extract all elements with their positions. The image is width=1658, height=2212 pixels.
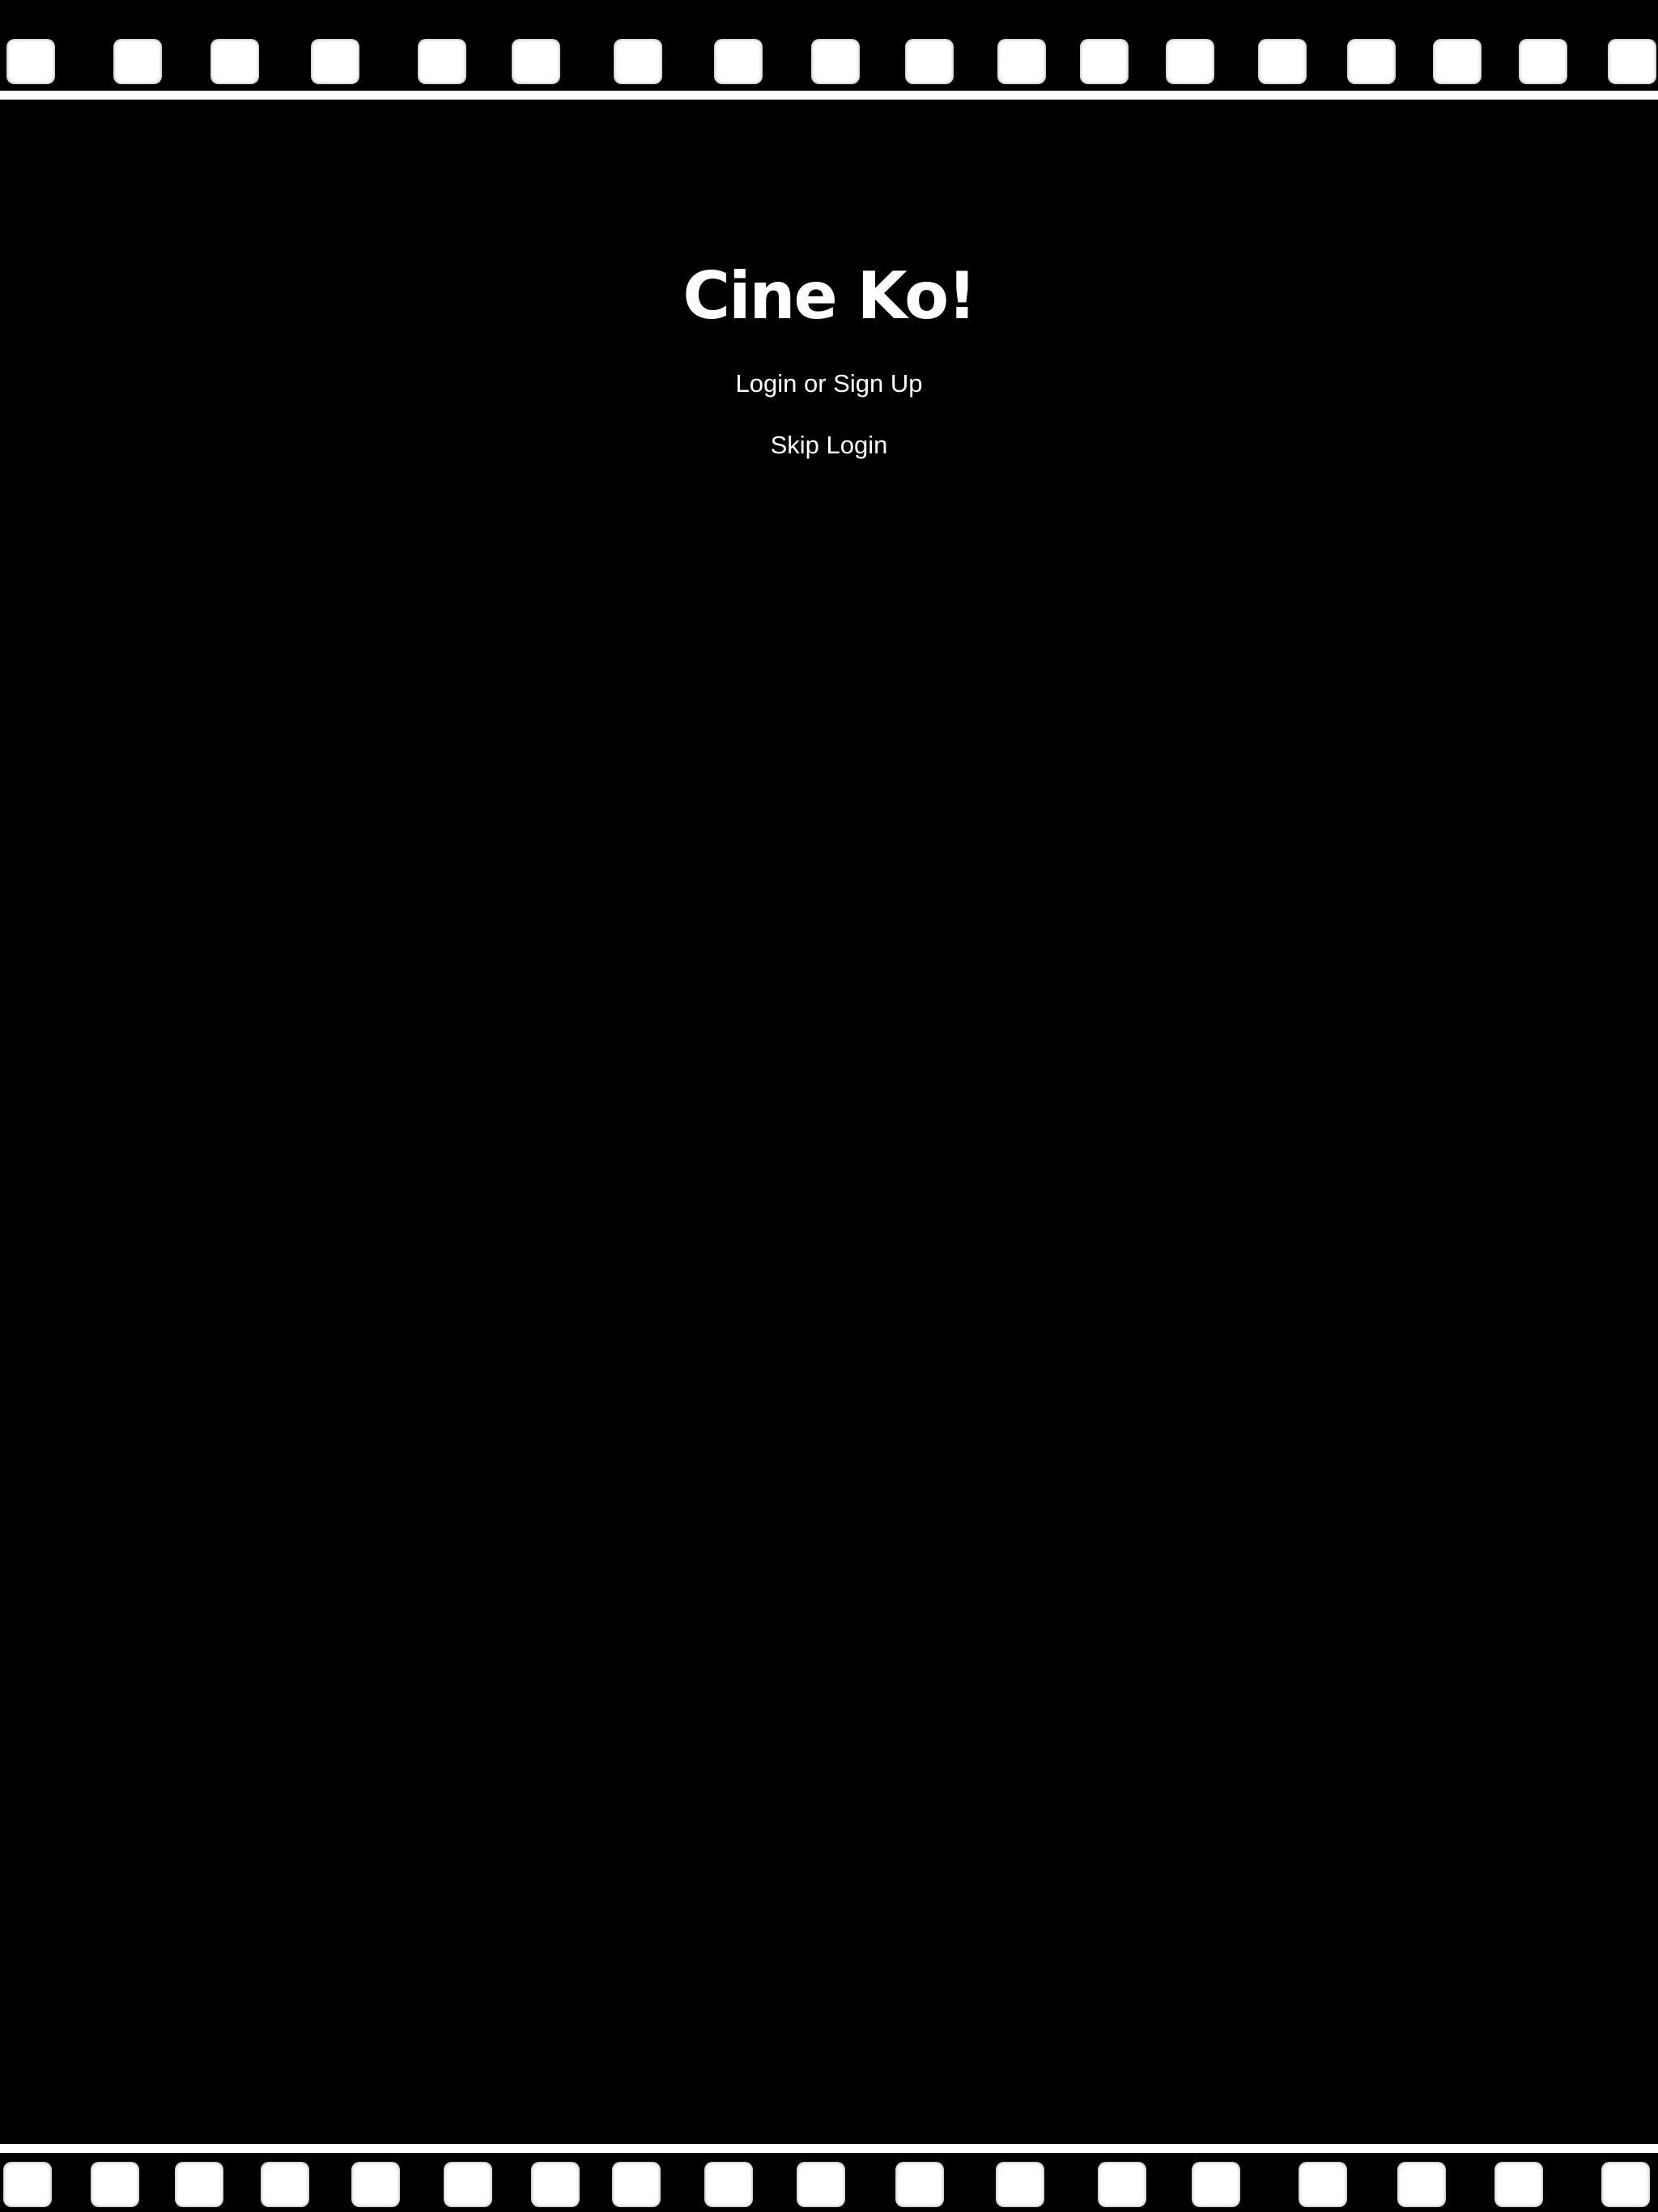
- film-sprocket-hole: [612, 2162, 661, 2207]
- film-sprocket-hole: [1347, 39, 1396, 84]
- film-sprocket-hole: [996, 2162, 1044, 2207]
- film-strip-top: [0, 0, 1658, 100]
- skip-login-button[interactable]: Skip Login: [771, 429, 888, 462]
- film-sprocket-hole: [1397, 2162, 1446, 2207]
- film-sprocket-hole: [512, 39, 560, 84]
- film-sprocket-hole: [1258, 39, 1307, 84]
- film-sprocket-hole: [1519, 39, 1567, 84]
- film-sprocket-hole: [714, 39, 763, 84]
- film-sprocket-hole: [1601, 2162, 1650, 2207]
- film-sprocket-hole: [175, 2162, 223, 2207]
- film-sprocket-hole: [91, 2162, 139, 2207]
- login-signup-button[interactable]: Login or Sign Up: [736, 368, 923, 400]
- app-title: Cine Ko!: [682, 258, 976, 334]
- film-sprocket-hole: [614, 39, 662, 84]
- film-sprocket-hole: [797, 2162, 845, 2207]
- film-sprocket-hole: [1098, 2162, 1146, 2207]
- film-sprocket-hole: [3, 2162, 52, 2207]
- film-strip-edge-line: [0, 2144, 1658, 2153]
- film-sprocket-hole: [210, 39, 259, 84]
- film-sprocket-hole: [1433, 39, 1482, 84]
- film-sprocket-hole: [1494, 2162, 1543, 2207]
- film-sprocket-hole: [444, 2162, 492, 2207]
- welcome-panel: Cine Ko! Login or Sign Up Skip Login: [0, 243, 1658, 462]
- film-strip-edge-line: [0, 91, 1658, 100]
- film-sprocket-hole: [311, 39, 359, 84]
- film-sprocket-hole: [1166, 39, 1214, 84]
- film-sprocket-hole: [113, 39, 162, 84]
- film-sprocket-hole: [905, 39, 954, 84]
- film-sprocket-hole: [6, 39, 55, 84]
- film-sprocket-hole: [997, 39, 1046, 84]
- film-sprocket-hole: [351, 2162, 400, 2207]
- film-sprocket-hole: [704, 2162, 753, 2207]
- film-sprocket-hole: [811, 39, 860, 84]
- film-sprocket-hole: [531, 2162, 580, 2207]
- film-sprocket-hole: [1192, 2162, 1240, 2207]
- film-sprocket-hole: [895, 2162, 944, 2207]
- film-sprocket-hole: [261, 2162, 309, 2207]
- film-sprocket-hole: [418, 39, 466, 84]
- film-sprocket-hole: [1299, 2162, 1347, 2207]
- film-sprocket-hole: [1080, 39, 1129, 84]
- film-sprocket-hole: [1608, 39, 1656, 84]
- film-strip-bottom: [0, 2144, 1658, 2212]
